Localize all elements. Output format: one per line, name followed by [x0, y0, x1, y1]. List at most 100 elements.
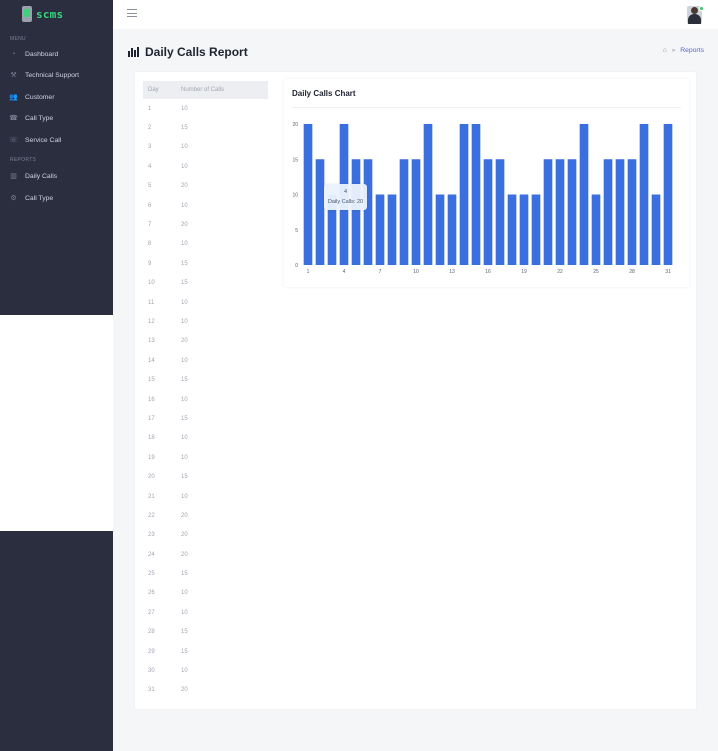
- bar-day-11[interactable]: [423, 124, 433, 265]
- bar-day-16[interactable]: [483, 159, 493, 265]
- cell-calls: 15: [181, 629, 188, 636]
- sidebar-item-service-call[interactable]: ☏ Service Call: [0, 131, 113, 149]
- bar-day-20[interactable]: [531, 194, 541, 266]
- app-logo[interactable]: scms: [22, 6, 63, 22]
- online-status-dot: [699, 6, 704, 11]
- table-row: 12 10: [143, 312, 268, 331]
- bar-day-7[interactable]: [375, 194, 385, 266]
- sidebar-item-call-type[interactable]: ☎ Call Type: [0, 109, 113, 127]
- x-tick-label: 7: [379, 269, 382, 275]
- column-header-calls[interactable]: Number of Calls: [181, 87, 268, 93]
- cell-day: 17: [148, 415, 155, 422]
- bar-day-13[interactable]: [447, 194, 457, 266]
- table-row: 16 10: [143, 390, 268, 409]
- table-row: 8 10: [143, 235, 268, 254]
- bar-day-25[interactable]: [591, 194, 601, 266]
- page-title-text: Daily Calls Report: [145, 45, 248, 59]
- bar-day-10[interactable]: [411, 159, 421, 265]
- sidebar-item-dashboard[interactable]: ◔ Dashboard: [0, 45, 113, 63]
- sidebar-item-daily-calls[interactable]: ▥ Daily Calls: [0, 167, 113, 185]
- cell-day: 24: [148, 551, 155, 558]
- bar-day-31[interactable]: [663, 124, 673, 265]
- sidebar-item-call-type-report[interactable]: ⚙ Call Type: [0, 189, 113, 207]
- tooltip-title: 4: [343, 189, 348, 195]
- bar-day-21[interactable]: [543, 159, 553, 265]
- bar-day-5[interactable]: [351, 159, 361, 265]
- bar-day-14[interactable]: [459, 124, 469, 265]
- x-tick-label: 19: [521, 269, 527, 275]
- y-tick-label: 0: [295, 263, 298, 269]
- sidebar-item-technical-support[interactable]: ⚒ Technical Support: [0, 66, 113, 84]
- bar-day-17[interactable]: [495, 159, 505, 265]
- table-row: 28 15: [143, 623, 268, 642]
- bar-day-22[interactable]: [555, 159, 565, 265]
- bar-day-9[interactable]: [399, 159, 409, 265]
- cell-calls: 10: [181, 163, 188, 170]
- table-row: 2 15: [143, 118, 268, 137]
- cell-day: 23: [148, 532, 155, 539]
- bar-day-2[interactable]: [315, 159, 325, 265]
- cell-calls: 15: [181, 260, 188, 267]
- table-row: 3 10: [143, 138, 268, 157]
- cell-day: 2: [148, 125, 152, 132]
- table-row: 26 10: [143, 584, 268, 603]
- cell-day: 16: [148, 396, 155, 403]
- bar-day-8[interactable]: [387, 194, 397, 266]
- bar-day-29[interactable]: [639, 124, 649, 265]
- cell-calls: 20: [181, 222, 188, 229]
- bar-day-23[interactable]: [567, 159, 577, 265]
- bar-day-28[interactable]: [627, 159, 637, 265]
- cell-day: 10: [148, 280, 155, 287]
- x-tick-label: 25: [593, 269, 599, 275]
- cell-calls: 10: [181, 299, 188, 306]
- column-header-day[interactable]: Day: [143, 87, 181, 93]
- table-row: 14 10: [143, 351, 268, 370]
- cell-day: 13: [148, 338, 155, 345]
- bar-day-30[interactable]: [651, 194, 661, 266]
- cell-calls: 10: [181, 590, 188, 597]
- bar-day-1[interactable]: [303, 124, 313, 265]
- bar-day-15[interactable]: [471, 124, 481, 265]
- cell-calls: 15: [181, 280, 188, 287]
- sidebar-section-reports: REPORTS: [10, 157, 37, 163]
- bar-day-18[interactable]: [507, 194, 517, 266]
- bar-day-26[interactable]: [603, 159, 613, 265]
- sidebar-item-label: Technical Support: [25, 71, 80, 79]
- table-row: 11 10: [143, 293, 268, 312]
- page-title: Daily Calls Report: [128, 45, 248, 59]
- table-header: Day Number of Calls: [143, 81, 268, 99]
- cell-calls: 20: [181, 183, 188, 190]
- tooltip-number: 20: [356, 199, 364, 205]
- topbar: [113, 0, 718, 29]
- home-icon[interactable]: ⌂: [663, 47, 667, 54]
- table-row: 31 20: [143, 681, 268, 700]
- daily-calls-table: Day Number of Calls 1 10 2 15 3 10 4 10 5 20 6 10 7 2…: [143, 81, 268, 700]
- wrench-icon: ⚒: [10, 72, 17, 79]
- bar-day-27[interactable]: [615, 159, 625, 265]
- cell-day: 3: [148, 144, 152, 151]
- cell-calls: 10: [181, 202, 188, 209]
- x-tick-label: 22: [557, 269, 563, 275]
- table-row: 7 20: [143, 215, 268, 234]
- bar-day-24[interactable]: [579, 124, 589, 265]
- cell-day: 1: [148, 105, 152, 112]
- cell-day: 8: [148, 241, 152, 248]
- y-tick-label: 15: [292, 157, 298, 163]
- cell-calls: 10: [181, 435, 188, 442]
- cell-day: 15: [148, 377, 155, 384]
- table-row: 23 20: [143, 526, 268, 545]
- bar-day-19[interactable]: [519, 194, 529, 266]
- bar-day-6[interactable]: [363, 159, 373, 265]
- x-tick-label: 28: [629, 269, 635, 275]
- table-body: 1 10 2 15 3 10 4 10 5 20 6 10 7 20 8 10 9 15 10 15 11 10 12 10 1…: [143, 99, 268, 700]
- bar-day-12[interactable]: [435, 194, 445, 266]
- sidebar-item-customer[interactable]: 👥 Customer: [0, 88, 113, 106]
- table-row: 5 20: [143, 177, 268, 196]
- menu-toggle-icon[interactable]: [127, 9, 137, 17]
- logo-text: scms: [36, 7, 64, 21]
- breadcrumb-reports[interactable]: Reports: [680, 47, 704, 54]
- cell-calls: 15: [181, 415, 188, 422]
- bar-chart-icon: [128, 47, 140, 57]
- cell-day: 29: [148, 648, 155, 655]
- table-row: 1 10: [143, 99, 268, 118]
